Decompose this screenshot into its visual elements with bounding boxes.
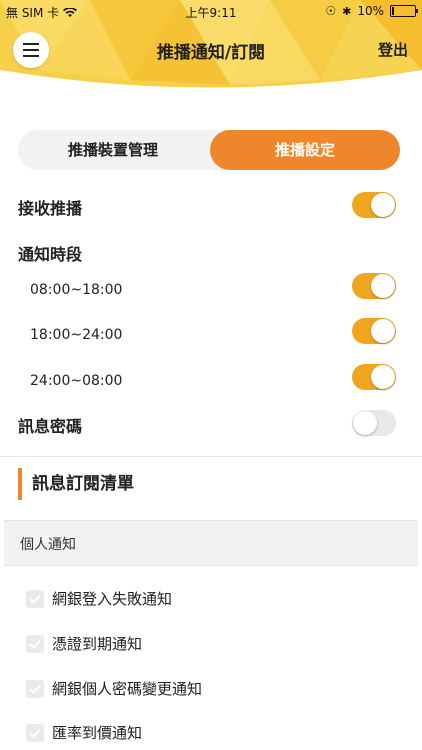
segmented-tabs: 推播裝置管理 推播設定 xyxy=(18,130,400,170)
battery-icon xyxy=(390,5,418,17)
section-divider xyxy=(0,456,422,457)
checkbox[interactable] xyxy=(26,589,44,608)
check-icon xyxy=(29,639,41,649)
list-item[interactable]: 憑證到期通知 xyxy=(26,633,142,654)
group-label: 個人通知 xyxy=(20,537,76,553)
logout-button[interactable]: 登出 xyxy=(378,39,408,60)
period-toggle-3[interactable] xyxy=(352,364,396,390)
item-label: 憑證到期通知 xyxy=(52,635,143,653)
rotation-lock-icon: ☉ xyxy=(325,4,337,18)
item-label: 匯率到價通知 xyxy=(52,724,143,742)
check-icon xyxy=(29,594,41,604)
message-password-toggle[interactable] xyxy=(352,410,396,436)
checkbox[interactable] xyxy=(26,723,44,742)
battery-percent: 10% xyxy=(357,4,384,18)
list-item[interactable]: 網銀個人密碼變更通知 xyxy=(26,678,202,699)
receive-push-label: 接收推播 xyxy=(18,199,83,218)
message-password-label: 訊息密碼 xyxy=(18,417,83,436)
item-label: 網銀登入失敗通知 xyxy=(52,590,173,608)
checkbox[interactable] xyxy=(26,679,44,698)
subscription-title: 訊息訂閱清單 xyxy=(18,468,134,500)
period-toggle-2[interactable] xyxy=(352,318,396,344)
period-toggle-1[interactable] xyxy=(352,273,396,299)
check-icon xyxy=(29,728,41,738)
period-label-3: 24:00~08:00 xyxy=(30,373,123,389)
item-label: 網銀個人密碼變更通知 xyxy=(52,680,203,698)
status-bar: 無 SIM 卡 上午9:11 ☉ ✱ 10% xyxy=(0,0,422,22)
bluetooth-icon: ✱ xyxy=(342,4,352,18)
page-title: 推播通知/訂閱 xyxy=(156,43,266,63)
tab-push-settings[interactable]: 推播設定 xyxy=(210,130,400,170)
period-label-1: 08:00~18:00 xyxy=(30,282,123,298)
header: 無 SIM 卡 上午9:11 ☉ ✱ 10% 推播通知/訂閱 登出 xyxy=(0,0,422,100)
check-icon xyxy=(29,684,41,694)
checkbox[interactable] xyxy=(26,634,44,653)
receive-push-toggle[interactable] xyxy=(352,192,396,218)
list-item[interactable]: 網銀登入失敗通知 xyxy=(26,588,172,609)
period-label-2: 18:00~24:00 xyxy=(30,327,123,343)
list-item[interactable]: 匯率到價通知 xyxy=(26,722,142,743)
tab-device-management[interactable]: 推播裝置管理 xyxy=(18,130,208,170)
notify-period-label: 通知時段 xyxy=(18,245,83,264)
group-header-personal[interactable]: 個人通知 xyxy=(4,520,418,566)
